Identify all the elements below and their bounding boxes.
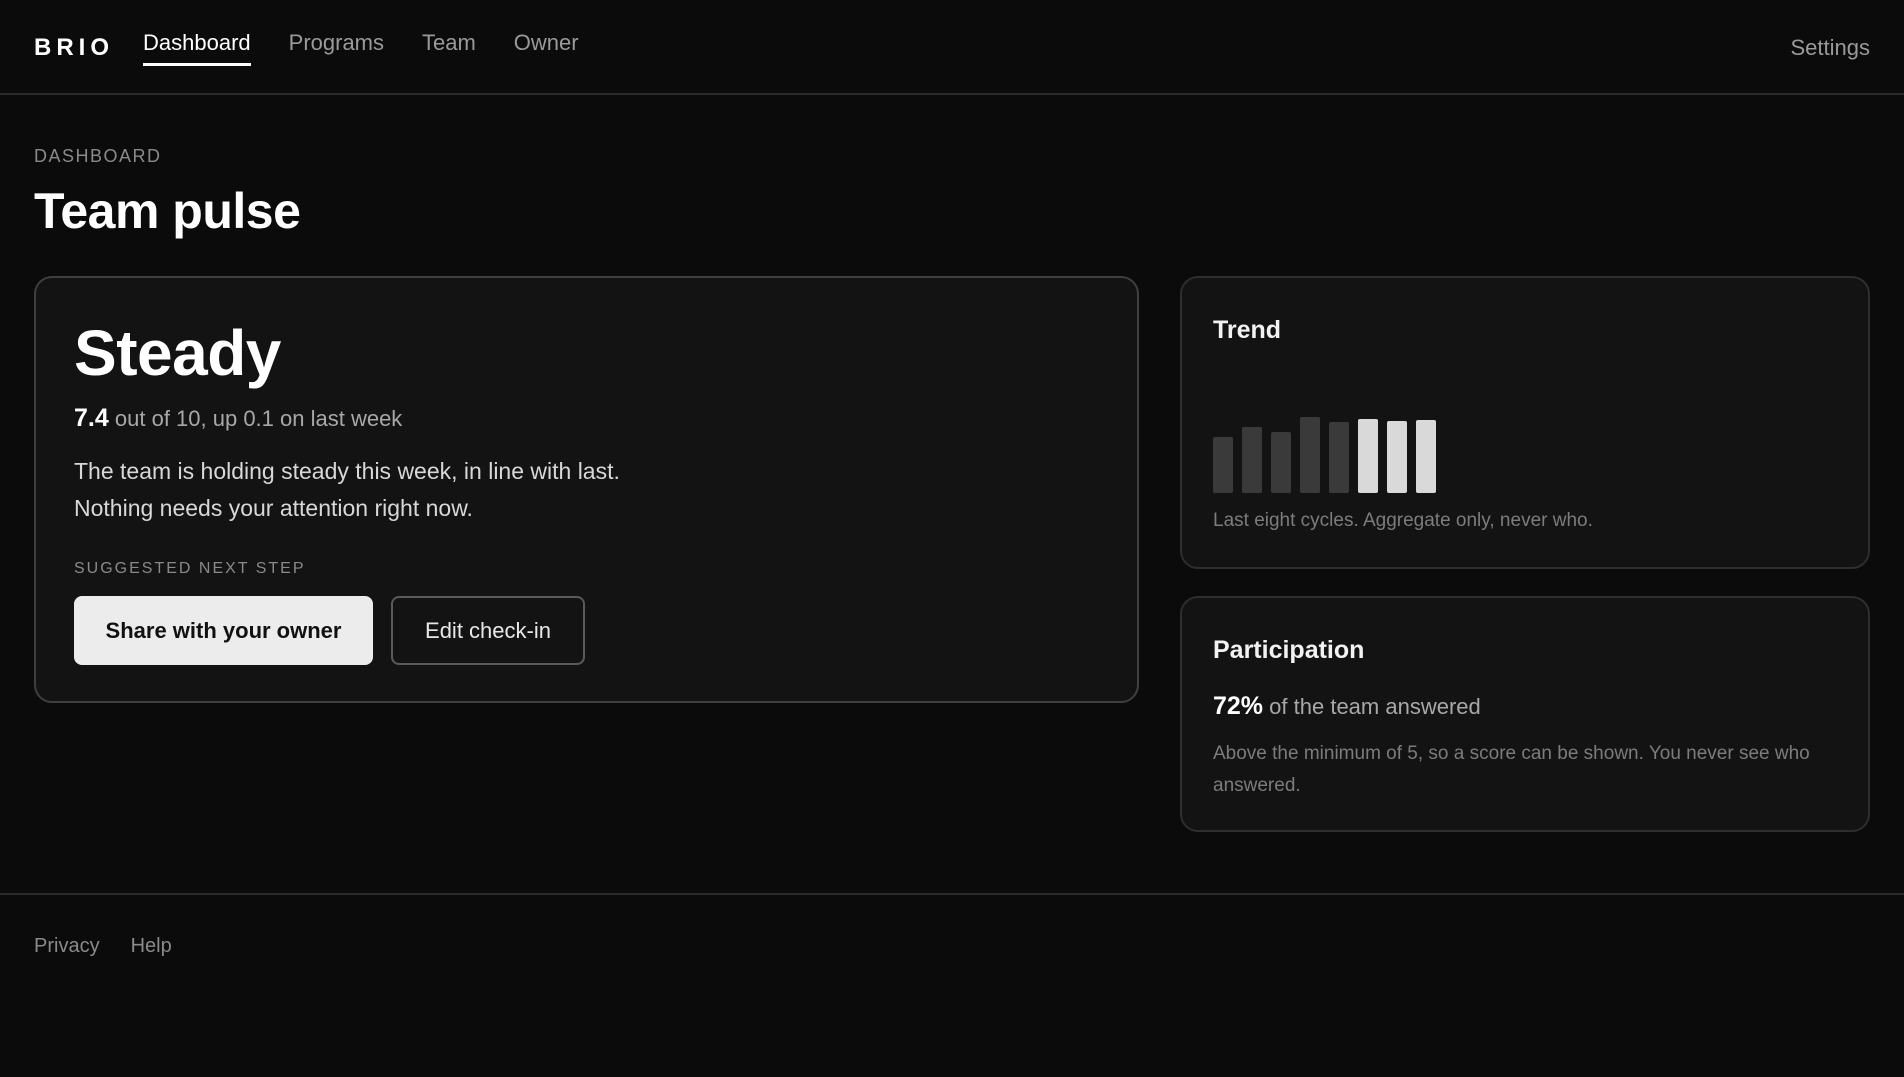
trend-bar-chart xyxy=(1213,413,1453,493)
participation-card: Participation 72% of the team answered A… xyxy=(1180,596,1870,832)
participation-title: Participation xyxy=(1213,636,1365,664)
summary-line: The team is holding steady this week, in… xyxy=(74,458,620,484)
settings-link[interactable]: Settings xyxy=(1791,35,1871,61)
page-title: Team pulse xyxy=(34,183,301,239)
trend-title: Trend xyxy=(1213,316,1282,344)
trend-bar xyxy=(1213,437,1233,493)
participation-note: Above the minimum of 5, so a score can b… xyxy=(1213,743,1810,796)
score-suffix: out of 10, up 0.1 on last week xyxy=(114,406,403,431)
trend-caption: Last eight cycles. Aggregate only, never… xyxy=(1213,510,1593,531)
brand-logo[interactable]: BRIO xyxy=(34,34,114,62)
trend-bar xyxy=(1242,427,1262,493)
pulse-status: Steady xyxy=(74,317,281,389)
share-with-owner-button[interactable]: Share with your owner xyxy=(74,596,373,665)
edit-check-in-button[interactable]: Edit check-in xyxy=(391,596,585,665)
next-step-label: SUGGESTED NEXT STEP xyxy=(74,560,306,577)
pulse-summary: The team is holding steady this week, in… xyxy=(74,453,774,527)
page-eyebrow: DASHBOARD xyxy=(34,146,162,166)
score-value: 7.4 xyxy=(74,404,109,432)
trend-bar xyxy=(1329,422,1349,493)
score-line: 7.4 out of 10, up 0.1 on last week xyxy=(74,404,402,433)
trend-bar xyxy=(1387,421,1407,493)
footer-link-privacy[interactable]: Privacy xyxy=(34,935,100,958)
footer-link-help[interactable]: Help xyxy=(131,935,172,958)
participation-percent: 72% xyxy=(1213,692,1264,720)
nav-item-dashboard[interactable]: Dashboard xyxy=(143,30,251,66)
trend-bar xyxy=(1416,420,1436,493)
participation-suffix: of the team answered xyxy=(1269,694,1481,719)
participation-line: 72% of the team answered xyxy=(1213,692,1481,721)
trend-bar xyxy=(1271,432,1291,493)
top-navigation-bar: BRIO Dashboard Programs Team Owner Setti… xyxy=(0,0,1904,95)
nav-item-programs[interactable]: Programs xyxy=(289,30,384,66)
footer-links: Privacy Help xyxy=(34,935,203,958)
trend-bar xyxy=(1300,417,1320,493)
nav-item-owner[interactable]: Owner xyxy=(514,30,579,66)
summary-line: Nothing needs your attention right now. xyxy=(74,495,473,521)
trend-bar xyxy=(1358,419,1378,493)
pulse-card: Steady 7.4 out of 10, up 0.1 on last wee… xyxy=(34,276,1139,703)
trend-card: Trend Last eight cycles. Aggregate only,… xyxy=(1180,276,1870,569)
nav-item-team[interactable]: Team xyxy=(422,30,476,66)
main-nav: Dashboard Programs Team Owner xyxy=(143,30,617,66)
page-footer: Privacy Help xyxy=(0,893,1904,1077)
